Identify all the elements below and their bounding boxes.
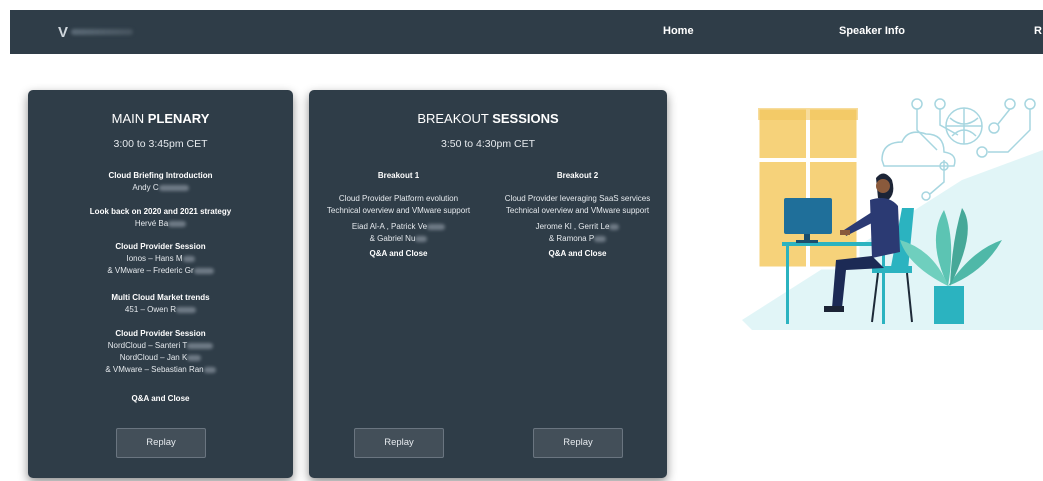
breakout-1-replay-button[interactable]: Replay: [354, 428, 444, 458]
nav-truncated-link[interactable]: R: [1034, 25, 1042, 37]
breakout-2-replay-button[interactable]: Replay: [533, 428, 623, 458]
nav-speaker-info-link[interactable]: Speaker Info: [839, 25, 905, 37]
title-bold: PLENARY: [147, 111, 210, 126]
speaker-names: Eiad Al-A , Patrick Ve: [351, 222, 428, 231]
qa-close-label: Q&A and Close: [548, 249, 607, 258]
agenda-item-title: Multi Cloud Market trends: [111, 293, 210, 302]
agenda-item: Q&A and Close: [28, 393, 293, 405]
title-light: BREAKOUT: [417, 111, 493, 126]
card-title: BREAKOUT SESSIONS: [309, 111, 667, 126]
qa-close-label: Q&A and Close: [369, 249, 428, 258]
breakout-2-column: Breakout 2 Cloud Provider leveraging Saa…: [488, 170, 667, 260]
agenda-item-title: Cloud Provider Session: [115, 242, 206, 251]
nav-home-link[interactable]: Home: [663, 25, 694, 37]
session-time: 3:00 to 3:45pm CET: [113, 138, 208, 150]
breakout-topic: Cloud Provider leveraging SaaS services: [504, 194, 651, 203]
speaker-names: & Gabriel Nu: [369, 234, 416, 243]
breakout-sessions-card: BREAKOUT SESSIONS 3:50 to 4:30pm CET Bre…: [309, 90, 667, 478]
session-time: 3:50 to 4:30pm CET: [441, 138, 535, 150]
breakout-1-column: Breakout 1 Cloud Provider Platform evolu…: [309, 170, 488, 260]
agenda-item: Cloud Provider Session NordCloud – Sante…: [28, 328, 293, 376]
breakout-topic: Technical overview and VMware support: [505, 206, 650, 215]
speaker-name: Ionos – Hans M: [126, 254, 183, 263]
speaker-name: 451 – Owen R: [124, 305, 177, 314]
agenda-item: Look back on 2020 and 2021 strategy Herv…: [28, 206, 293, 230]
title-light: MAIN: [111, 111, 148, 126]
agenda-item-title: Look back on 2020 and 2021 strategy: [89, 207, 232, 216]
logo-letter: V: [58, 23, 68, 41]
replay-button[interactable]: Replay: [116, 428, 206, 458]
speaker-name: & VMware – Frederic Gr: [107, 266, 194, 275]
speaker-name: NordCloud – Jan K: [119, 353, 188, 362]
agenda-item: Multi Cloud Market trends 451 – Owen R: [28, 292, 293, 316]
agenda-item-title: Cloud Provider Session: [115, 329, 206, 338]
speaker-name: & VMware – Sebastian Ran: [105, 365, 204, 374]
breakout-heading: Breakout 1: [377, 171, 420, 180]
agenda-item: Cloud Briefing Introduction Andy C: [28, 170, 293, 194]
site-logo[interactable]: V: [58, 23, 134, 41]
card-title: MAIN PLENARY: [28, 111, 293, 126]
speaker-name: NordCloud – Santeri T: [107, 341, 188, 350]
breakout-topic: Technical overview and VMware support: [326, 206, 471, 215]
top-navbar: V Home Speaker Info R: [10, 10, 1043, 54]
speaker-name: Hervé Ba: [134, 219, 169, 228]
title-bold: SESSIONS: [492, 111, 559, 126]
person-at-computer-illustration: [742, 98, 1043, 330]
main-plenary-card: MAIN PLENARY 3:00 to 3:45pm CET Cloud Br…: [28, 90, 293, 478]
speaker-names: Jerome Kl , Gerrit Le: [535, 222, 610, 231]
breakout-heading: Breakout 2: [556, 171, 599, 180]
speaker-name: Andy C: [132, 183, 159, 192]
agenda-item-title: Cloud Briefing Introduction: [108, 171, 213, 180]
speaker-names: & Ramona P: [548, 234, 595, 243]
agenda-item: Cloud Provider Session Ionos – Hans M & …: [28, 241, 293, 277]
breakout-topic: Cloud Provider Platform evolution: [338, 194, 459, 203]
agenda-item-title: Q&A and Close: [131, 394, 190, 403]
logo-wordmark-blurred: [71, 29, 134, 35]
